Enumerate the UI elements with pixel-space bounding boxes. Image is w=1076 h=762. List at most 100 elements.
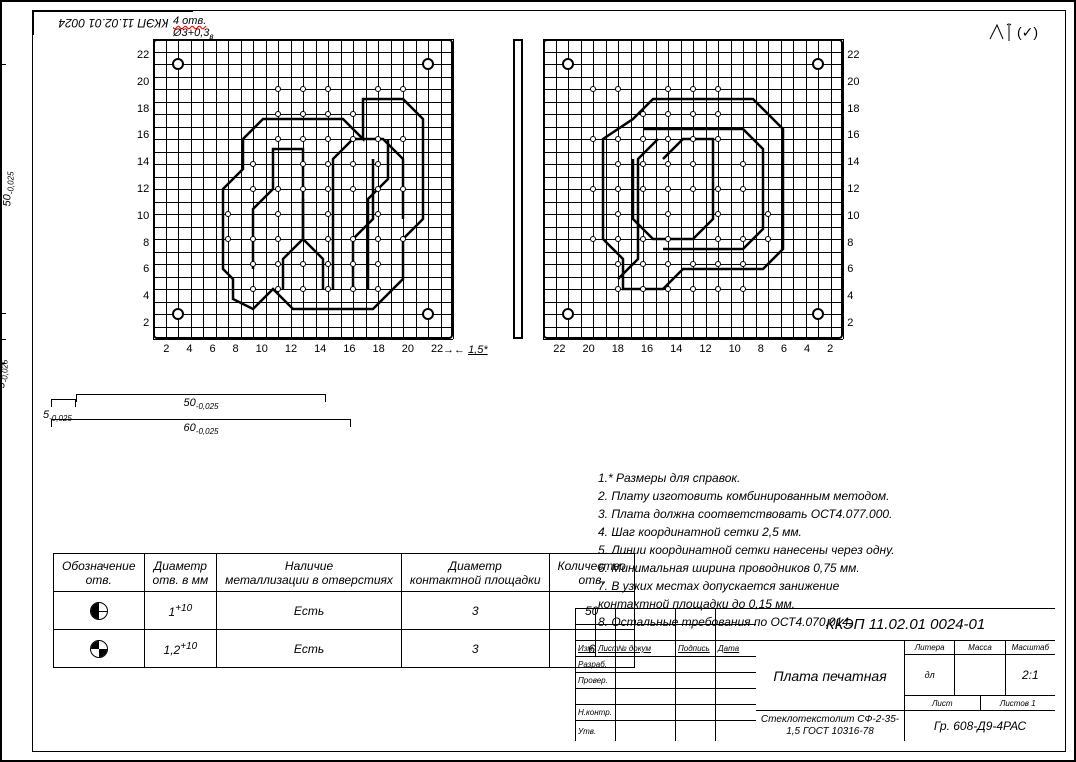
- pad: [300, 161, 306, 167]
- pad: [690, 261, 696, 267]
- pad: [300, 86, 306, 92]
- svg-text:(✓): (✓): [1017, 24, 1038, 40]
- pad: [275, 286, 281, 292]
- pad: [350, 136, 356, 142]
- pad: [665, 286, 671, 292]
- pad: [250, 186, 256, 192]
- scale: 2:1: [1006, 655, 1055, 695]
- pad: [275, 186, 281, 192]
- pad: [400, 136, 406, 142]
- mounting-hole: [812, 308, 824, 320]
- board-right: [543, 39, 843, 339]
- pad: [325, 211, 331, 217]
- pad: [740, 186, 746, 192]
- boards-row: 4 отв. Ø3+0,3в 60-0,025 50-0,025 5-0,025…: [133, 39, 1055, 359]
- pad: [740, 236, 746, 242]
- pad: [715, 186, 721, 192]
- mounting-hole: [812, 58, 824, 70]
- pad: [640, 286, 646, 292]
- dim-thickness: →← 1,5*: [443, 344, 488, 356]
- pad: [275, 211, 281, 217]
- pad: [225, 236, 231, 242]
- pad: [275, 136, 281, 142]
- pad: [615, 236, 621, 242]
- pad: [325, 261, 331, 267]
- pad: [665, 211, 671, 217]
- board-left-block: 222018161412108642: [133, 39, 453, 359]
- pad: [665, 136, 671, 142]
- board-side-view: [513, 39, 523, 339]
- pad: [300, 136, 306, 142]
- pad: [400, 186, 406, 192]
- pad: [690, 286, 696, 292]
- pad: [590, 86, 596, 92]
- pad: [740, 261, 746, 267]
- pad: [715, 236, 721, 242]
- board-right-xlabels: 222018161412108642: [543, 339, 843, 359]
- pad: [690, 111, 696, 117]
- mounting-hole: [422, 58, 434, 70]
- pad: [615, 136, 621, 142]
- pad: [590, 136, 596, 142]
- pad: [715, 111, 721, 117]
- pad: [275, 111, 281, 117]
- board-left-ylabels: 222018161412108642: [133, 39, 153, 339]
- pad: [325, 286, 331, 292]
- pad: [400, 236, 406, 242]
- pad: [590, 236, 596, 242]
- inner-frame: ККЭП 11.02.01 0024 (✓) 4 отв. Ø3+0,3в 60…: [32, 10, 1066, 752]
- pad: [375, 211, 381, 217]
- pad: [665, 261, 671, 267]
- pad: [690, 86, 696, 92]
- mounting-hole: [562, 58, 574, 70]
- pad: [225, 211, 231, 217]
- mounting-hole: [172, 308, 184, 320]
- pad: [615, 186, 621, 192]
- content-area: 4 отв. Ø3+0,3в 60-0,025 50-0,025 5-0,025…: [43, 39, 1055, 741]
- pad: [300, 286, 306, 292]
- pad: [400, 86, 406, 92]
- notes-list: 1.* Размеры для справок.2. Плату изготов…: [598, 469, 895, 631]
- pad: [350, 111, 356, 117]
- pad: [590, 186, 596, 192]
- pad: [275, 236, 281, 242]
- pad: [715, 136, 721, 142]
- pad: [300, 261, 306, 267]
- pad: [375, 86, 381, 92]
- material: Стеклотекстолит СФ-2-35-1,5 ГОСТ 10316-7…: [756, 711, 905, 741]
- pad: [715, 86, 721, 92]
- pad: [375, 286, 381, 292]
- pad: [250, 161, 256, 167]
- doc-number: ККЭП 11.02.01 0024-01: [756, 609, 1055, 640]
- pad: [375, 236, 381, 242]
- pad: [765, 211, 771, 217]
- pad: [275, 261, 281, 267]
- pad: [640, 261, 646, 267]
- dim-50h: 50-0,025: [76, 394, 326, 402]
- board-right-block: 222018161412108642 222018161412108642: [543, 39, 863, 359]
- board-right-ylabels: 222018161412108642: [843, 39, 863, 339]
- pad: [665, 161, 671, 167]
- pad: [690, 136, 696, 142]
- pad: [275, 86, 281, 92]
- pad: [640, 236, 646, 242]
- dim-5h: [51, 399, 76, 407]
- group: Гр. 608-Д9-4РАС: [905, 711, 1055, 741]
- pad: [300, 111, 306, 117]
- pad: [765, 236, 771, 242]
- pad: [665, 186, 671, 192]
- pad: [350, 236, 356, 242]
- pad: [615, 286, 621, 292]
- pad: [640, 111, 646, 117]
- title-block-left: Изм.Лист№ докумПодписьДата Разраб. Прове…: [576, 609, 756, 741]
- mounting-hole: [172, 58, 184, 70]
- pad: [325, 236, 331, 242]
- pad: [325, 186, 331, 192]
- pad: [665, 86, 671, 92]
- pad: [250, 261, 256, 267]
- pad: [665, 111, 671, 117]
- hole-count-anno: 4 отв. Ø3+0,3в: [173, 15, 214, 41]
- pad: [250, 236, 256, 242]
- pad: [715, 211, 721, 217]
- pad: [350, 161, 356, 167]
